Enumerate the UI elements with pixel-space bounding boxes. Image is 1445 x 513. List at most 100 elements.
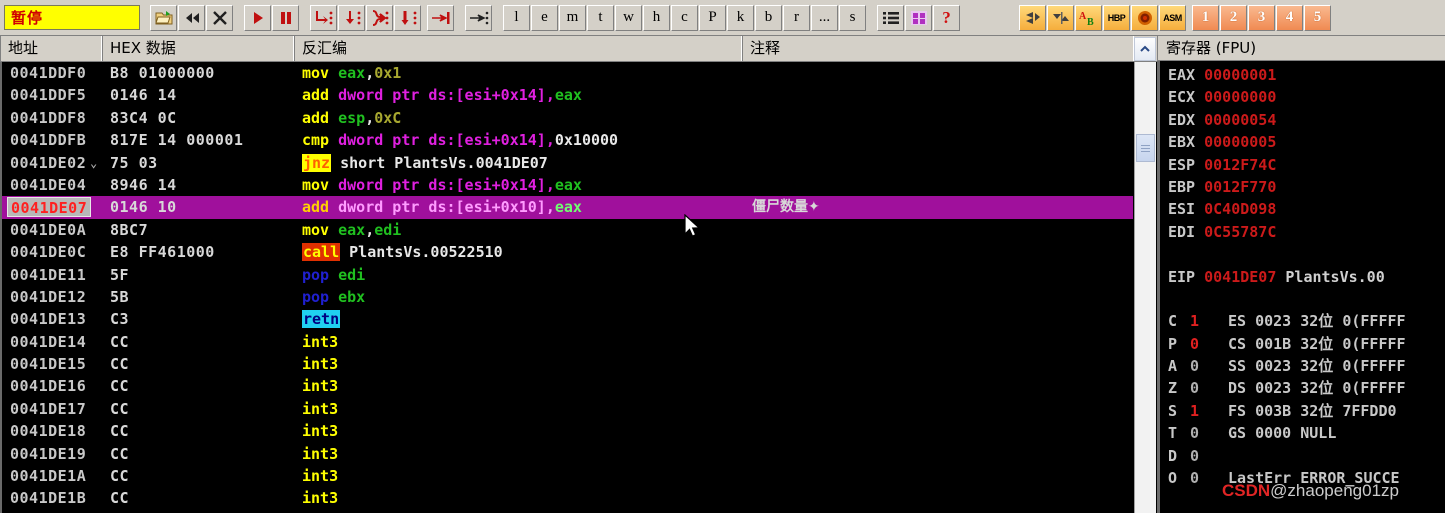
- letter-button-h[interactable]: h: [643, 4, 670, 31]
- flag-row[interactable]: A 0 SS 0023 32位 0(FFFFF: [1160, 355, 1445, 377]
- disassembly-pane[interactable]: 0041DDF0 B8 01000000 mov eax,0x1 0041DDF5 01…: [0, 62, 1133, 513]
- flag-row[interactable]: C 1 ES 0023 32位 0(FFFFF: [1160, 310, 1445, 332]
- register-row[interactable]: ECX 00000000: [1160, 86, 1445, 108]
- letter-button-b[interactable]: b: [755, 4, 782, 31]
- row-operand: 0x1: [374, 64, 402, 82]
- bookmark-button-4[interactable]: 4: [1276, 4, 1303, 31]
- ab-button[interactable]: AB: [1075, 4, 1102, 31]
- disassembly-row[interactable]: 0041DE02 ⌄ 75 03 jnz short PlantsVs.0041DE0…: [2, 152, 1133, 174]
- letter-button-k[interactable]: k: [727, 4, 754, 31]
- register-row[interactable]: ESP 0012F74C: [1160, 154, 1445, 176]
- hbp-button[interactable]: HBP: [1103, 4, 1130, 31]
- goto-arrow-button[interactable]: [465, 4, 492, 31]
- scrollbar-thumb[interactable]: [1136, 134, 1155, 162]
- disassembly-row[interactable]: 0041DDFB 817E 14 000001 cmp dword ptr ds:[…: [2, 129, 1133, 151]
- disassembly-row[interactable]: 0041DE0A 8BC7 mov eax,edi: [2, 219, 1133, 241]
- disassembly-row[interactable]: 0041DE11 5F pop edi: [2, 264, 1133, 286]
- register-row[interactable]: EBX 00000005: [1160, 131, 1445, 153]
- plugin-icon-button[interactable]: [905, 4, 932, 31]
- run-button[interactable]: [244, 4, 271, 31]
- segment-descriptor: 32位 0(FFFFF: [1300, 312, 1406, 331]
- letter-button-w[interactable]: w: [615, 4, 642, 31]
- row-hex-data: E8 FF461000: [110, 243, 215, 262]
- disassembly-row[interactable]: 0041DE12 5B pop ebx: [2, 286, 1133, 308]
- letter-button-c[interactable]: c: [671, 4, 698, 31]
- disassembly-row[interactable]: 0041DDF5 0146 14 add dword ptr ds:[esi+0x1…: [2, 84, 1133, 106]
- disassembly-scrollbar[interactable]: [1134, 62, 1156, 513]
- restart-button[interactable]: [178, 4, 205, 31]
- asm-button[interactable]: ASM: [1159, 4, 1186, 31]
- jump-forward-button[interactable]: [1047, 4, 1074, 31]
- disassembly-row[interactable]: 0041DE1B CC int3: [2, 487, 1133, 509]
- jump-back-button[interactable]: [1019, 4, 1046, 31]
- letter-button-l[interactable]: l: [503, 4, 530, 31]
- flag-row[interactable]: S 1 FS 003B 32位 7FFDD0: [1160, 400, 1445, 422]
- disassembly-row[interactable]: 0041DE19 CC int3: [2, 443, 1133, 465]
- flag-row[interactable]: O 0 LastErr ERROR_SUCCE: [1160, 467, 1445, 489]
- target-button[interactable]: [1131, 4, 1158, 31]
- help-button[interactable]: ?: [933, 4, 960, 31]
- register-row-eip[interactable]: EIP 0041DE07 PlantsVs.00: [1160, 266, 1445, 288]
- letter-button-m[interactable]: m: [559, 4, 586, 31]
- letter-button-t[interactable]: t: [587, 4, 614, 31]
- register-row[interactable]: EDX 00000054: [1160, 109, 1445, 131]
- trace-over-button[interactable]: [394, 4, 421, 31]
- row-hex-data: 83C4 0C: [110, 108, 177, 127]
- execute-till-return-button[interactable]: [427, 4, 454, 31]
- close-button[interactable]: [206, 4, 233, 31]
- bookmark-button-5[interactable]: 5: [1304, 4, 1331, 31]
- letter-button-p[interactable]: P: [699, 4, 726, 31]
- step-over-button[interactable]: [338, 4, 365, 31]
- register-row[interactable]: EDI 0C55787C: [1160, 221, 1445, 243]
- disassembly-row[interactable]: 0041DE0C E8 FF461000 call PlantsVs.0052251…: [2, 241, 1133, 263]
- row-address: 0041DDF0: [10, 64, 87, 82]
- row-address: 0041DE04: [10, 175, 87, 194]
- row-address: 0041DE13: [10, 310, 87, 329]
- step-into-button[interactable]: [310, 4, 337, 31]
- scrollbar-up-button[interactable]: [1134, 37, 1156, 61]
- register-row[interactable]: EAX 00000001: [1160, 64, 1445, 86]
- letter-button-ellipsis[interactable]: ...: [811, 4, 838, 31]
- row-hex-data: 5B: [110, 287, 130, 306]
- column-header-address[interactable]: 地址: [0, 36, 102, 61]
- row-address: 0041DE07: [7, 197, 92, 218]
- registers-body[interactable]: EAX 00000001 ECX 00000000 EDX 00000054 EBX …: [1157, 61, 1445, 513]
- open-file-button[interactable]: [150, 4, 177, 31]
- flag-row[interactable]: D0: [1160, 445, 1445, 467]
- row-address: 0041DE19: [10, 444, 87, 463]
- register-row[interactable]: ESI 0C40D098: [1160, 198, 1445, 220]
- disassembly-row[interactable]: 0041DE07 0146 10 add dword ptr ds:[esi+0x1…: [2, 196, 1133, 219]
- disassembly-row[interactable]: 0041DDF8 83C4 0C add esp,0xC: [2, 107, 1133, 129]
- register-row[interactable]: EBP 0012F770: [1160, 176, 1445, 198]
- row-disassembly: add esp,0xC: [302, 107, 401, 129]
- disassembly-row[interactable]: 0041DE13 C3 retn: [2, 308, 1133, 330]
- trace-into-button[interactable]: [366, 4, 393, 31]
- bookmark-button-2[interactable]: 2: [1220, 4, 1247, 31]
- disassembly-row[interactable]: 0041DE18 CC int3: [2, 420, 1133, 442]
- disassembly-row[interactable]: 0041DE17 CC int3: [2, 398, 1133, 420]
- flag-row[interactable]: P 0 CS 001B 32位 0(FFFFF: [1160, 333, 1445, 355]
- pause-button[interactable]: [272, 4, 299, 31]
- bookmark-button-1[interactable]: 1: [1192, 4, 1219, 31]
- disassembly-row[interactable]: 0041DE04 8946 14 mov dword ptr ds:[esi+0x1…: [2, 174, 1133, 196]
- bookmark-button-3[interactable]: 3: [1248, 4, 1275, 31]
- disassembly-row[interactable]: 0041DE16 CC int3: [2, 375, 1133, 397]
- disassembly-row[interactable]: 0041DDF0 B8 01000000 mov eax,0x1: [2, 62, 1133, 84]
- row-operand: dword ptr ds:[esi+0x10]: [338, 198, 546, 217]
- disassembly-row[interactable]: 0041DE14 CC int3: [2, 331, 1133, 353]
- column-header-disassembly[interactable]: 反汇编: [294, 36, 742, 61]
- flag-row[interactable]: Z 0 DS 0023 32位 0(FFFFF: [1160, 377, 1445, 399]
- column-header-comment[interactable]: 注释: [742, 36, 1134, 61]
- disassembly-row[interactable]: 0041DE1A CC int3: [2, 465, 1133, 487]
- column-header-hex-data[interactable]: HEX 数据: [102, 36, 294, 61]
- flag-row[interactable]: T 0 GS 0000 NULL: [1160, 422, 1445, 444]
- flag-name: P: [1168, 334, 1178, 353]
- letter-button-e[interactable]: e: [531, 4, 558, 31]
- row-hex-data: 75 03: [110, 153, 158, 172]
- letter-button-r[interactable]: r: [783, 4, 810, 31]
- flag-name: S: [1168, 401, 1178, 420]
- letter-button-s[interactable]: s: [839, 4, 866, 31]
- row-operand: PlantsVs.00522510: [349, 243, 503, 262]
- list-icon-button[interactable]: [877, 4, 904, 31]
- disassembly-row[interactable]: 0041DE15 CC int3: [2, 353, 1133, 375]
